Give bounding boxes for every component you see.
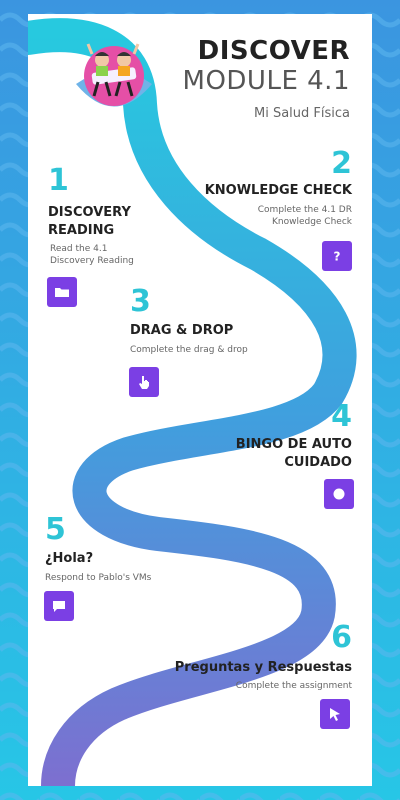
question-icon: ?: [334, 250, 341, 264]
step-3-title: DRAG & DROP: [130, 323, 234, 338]
step-4-title: BINGO DE AUTO CUIDADO: [235, 437, 352, 470]
step-3-number: 3: [130, 284, 151, 319]
step-1-description: Read the 4.1 Discovery Reading: [50, 244, 134, 266]
chat-bubble-icon: [53, 601, 65, 612]
folder-icon: [55, 288, 69, 297]
drag-drop-button[interactable]: [129, 367, 159, 397]
step-5-number: 5: [45, 512, 66, 547]
step-2-number: 2: [331, 146, 352, 181]
circle-icon: [333, 488, 345, 500]
step-1-number: 1: [48, 163, 69, 198]
hand-pointer-icon: [139, 376, 149, 389]
page-title: DISCOVER: [197, 36, 350, 66]
page-subtitle: Mi Salud Física: [253, 106, 350, 121]
svg-text:?: ?: [334, 250, 341, 264]
module-card: DISCOVER MODULE 4.1 Mi Salud Física 1 DI…: [28, 14, 372, 786]
step-6-description: Complete the assignment: [235, 681, 352, 691]
knowledge-check-button[interactable]: ?: [322, 241, 352, 271]
cursor-arrow-icon: [330, 708, 340, 721]
assignment-button[interactable]: [320, 699, 350, 729]
step-1-title: DISCOVERY READING: [48, 205, 131, 238]
step-5-title: ¿Hola?: [45, 551, 94, 566]
step-2-title: KNOWLEDGE CHECK: [204, 183, 352, 198]
step-6-number: 6: [331, 620, 352, 655]
hola-button[interactable]: [44, 591, 74, 621]
step-4-number: 4: [331, 399, 352, 434]
discovery-reading-button[interactable]: [47, 277, 77, 307]
step-3-description: Complete the drag & drop: [130, 345, 248, 355]
module-number: MODULE 4.1: [182, 66, 350, 96]
step-2-description: Complete the 4.1 DR Knowledge Check: [257, 205, 352, 227]
step-6-title: Preguntas y Respuestas: [174, 660, 352, 675]
step-5-description: Respond to Pablo's VMs: [45, 573, 152, 583]
bingo-button[interactable]: [324, 479, 354, 509]
kids-illustration-icon: [76, 43, 152, 107]
